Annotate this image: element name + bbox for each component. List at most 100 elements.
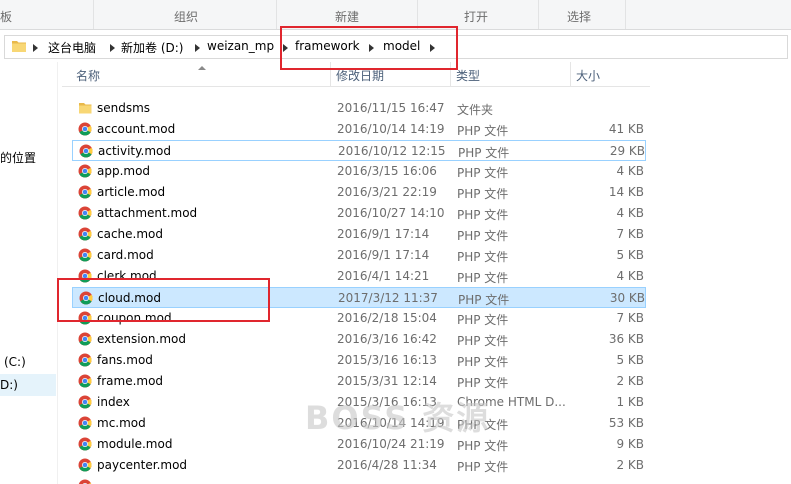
nav-item-locations[interactable]: 的位置 [0,149,36,166]
ribbon-label-open: 打开 [464,10,489,24]
ribbon-group-select[interactable]: 选择 [539,0,626,29]
file-row[interactable]: paycenter.mod 2016/4/28 11:34 PHP 文件 2 KB [72,455,646,476]
file-size: 36 KB [608,332,644,346]
crumb-weizan-mp[interactable]: weizan_mp [207,39,274,53]
chrome-icon [78,416,92,430]
crumb-this-pc[interactable]: 这台电脑 [48,39,96,56]
file-name: attachment.mod [97,206,198,220]
file-name: sendsms [97,101,151,115]
column-date-label: 修改日期 [336,69,385,83]
file-row[interactable]: attachment.mod 2016/10/27 14:10 PHP 文件 4 KB [72,203,646,224]
crumb-drive-d[interactable]: 新加卷 (D:) [121,39,183,56]
chevron-right-icon[interactable] [430,44,435,52]
file-size: 2 KB [616,374,644,388]
chrome-icon [78,395,92,409]
file-size: 9 KB [616,437,644,451]
file-row[interactable]: app.mod 2016/3/15 16:06 PHP 文件 4 KB [72,161,646,182]
file-row[interactable]: activity.mod 2016/10/12 12:15 PHP 文件 29 KB [72,140,646,161]
chrome-icon [78,248,92,262]
file-date: 2016/2/18 15:04 [337,311,437,325]
breadcrumb[interactable]: 这台电脑 新加卷 (D:) weizan_mp framework model [4,35,788,59]
chrome-icon [78,122,92,136]
file-date: 2016/4/1 14:21 [337,269,430,283]
file-name: paycenter.mod [97,458,188,472]
file-name: frame.mod [97,374,164,388]
file-row[interactable]: cloud.mod 2017/3/12 11:37 PHP 文件 30 KB [72,287,646,308]
file-name: app.mod [97,164,151,178]
column-type[interactable]: 类型 [450,62,571,86]
file-type: PHP 文件 [457,124,509,138]
file-name: mc.mod [97,416,146,430]
chrome-icon [78,332,92,346]
file-date: 2016/4/28 11:34 [337,458,437,472]
file-type: PHP 文件 [458,146,510,160]
file-row[interactable]: cache.mod 2016/9/1 17:14 PHP 文件 7 KB [72,224,646,245]
file-name: fans.mod [97,353,153,367]
file-size: 30 KB [609,291,645,305]
file-name: card.mod [97,248,154,262]
file-name: activity.mod [98,144,171,158]
file-date: 2016/9/1 17:14 [337,248,430,262]
sort-ascending-icon [198,66,206,70]
file-type: PHP 文件 [457,313,509,327]
chevron-right-icon[interactable] [195,44,200,52]
nav-item-drive-d[interactable]: D:) [0,378,18,392]
file-size: 4 KB [616,206,644,220]
chrome-icon [78,479,92,484]
chevron-right-icon[interactable] [283,44,288,52]
ribbon: 板 组织 新建 打开 选择 [0,0,791,30]
file-date: 2015/3/16 16:13 [337,353,437,367]
file-name: account.mod [97,122,176,136]
chevron-right-icon[interactable] [110,44,115,52]
ribbon-group-clipboard[interactable]: 板 [0,0,94,29]
file-name: cloud.mod [98,291,161,305]
file-row[interactable]: clerk.mod 2016/4/1 14:21 PHP 文件 4 KB [72,266,646,287]
ribbon-group-open[interactable]: 打开 [418,0,539,29]
file-date: 2016/10/12 12:15 [338,144,446,158]
file-row[interactable]: extension.mod 2016/3/16 16:42 PHP 文件 36 KB [72,329,646,350]
file-row[interactable]: fans.mod 2015/3/16 16:13 PHP 文件 5 KB [72,350,646,371]
file-row[interactable]: article.mod 2016/3/21 22:19 PHP 文件 14 KB [72,182,646,203]
file-name: article.mod [97,185,166,199]
file-size: 7 KB [616,227,644,241]
folder-icon [79,103,92,114]
chevron-right-icon[interactable] [369,44,374,52]
file-row[interactable]: account.mod 2016/10/14 14:19 PHP 文件 41 KB [72,119,646,140]
ribbon-label-new: 新建 [335,10,360,24]
file-size: 1 KB [616,395,644,409]
chrome-icon [78,374,92,388]
chrome-icon [79,144,93,158]
file-name: coupon.mod [97,311,172,325]
ribbon-group-organize[interactable]: 组织 [94,0,277,29]
ribbon-label-organize: 组织 [174,10,199,24]
chrome-icon [78,185,92,199]
file-size: 2 KB [616,458,644,472]
file-row[interactable]: coupon.mod 2016/2/18 15:04 PHP 文件 7 KB [72,308,646,329]
column-name-label: 名称 [76,69,101,83]
file-size: 4 KB [616,164,644,178]
column-name[interactable]: 名称 [62,62,331,86]
file-row[interactable] [72,476,646,484]
file-type: PHP 文件 [457,250,509,264]
navigation-pane: 的位置 (C:) D:) [0,62,58,484]
file-type: PHP 文件 [457,355,509,369]
file-date: 2016/10/24 21:19 [337,437,445,451]
column-size[interactable]: 大小 [570,62,650,86]
file-row[interactable]: frame.mod 2015/3/31 12:14 PHP 文件 2 KB [72,371,646,392]
file-row[interactable]: card.mod 2016/9/1 17:14 PHP 文件 5 KB [72,245,646,266]
column-header: 名称 修改日期 类型 大小 [62,62,650,87]
file-date: 2017/3/12 11:37 [338,291,438,305]
file-size: 29 KB [609,144,645,158]
file-row[interactable]: sendsms 2016/11/15 16:47 文件夹 [72,98,646,119]
chevron-right-icon[interactable] [33,44,38,52]
chrome-icon [78,227,92,241]
chrome-icon [78,437,92,451]
nav-item-drive-c[interactable]: (C:) [4,355,26,369]
crumb-model[interactable]: model [383,39,420,53]
crumb-framework[interactable]: framework [295,39,360,53]
file-name: extension.mod [97,332,186,346]
file-size: 4 KB [616,269,644,283]
ribbon-group-new[interactable]: 新建 [277,0,418,29]
column-date[interactable]: 修改日期 [330,62,451,86]
file-date: 2016/3/21 22:19 [337,185,437,199]
